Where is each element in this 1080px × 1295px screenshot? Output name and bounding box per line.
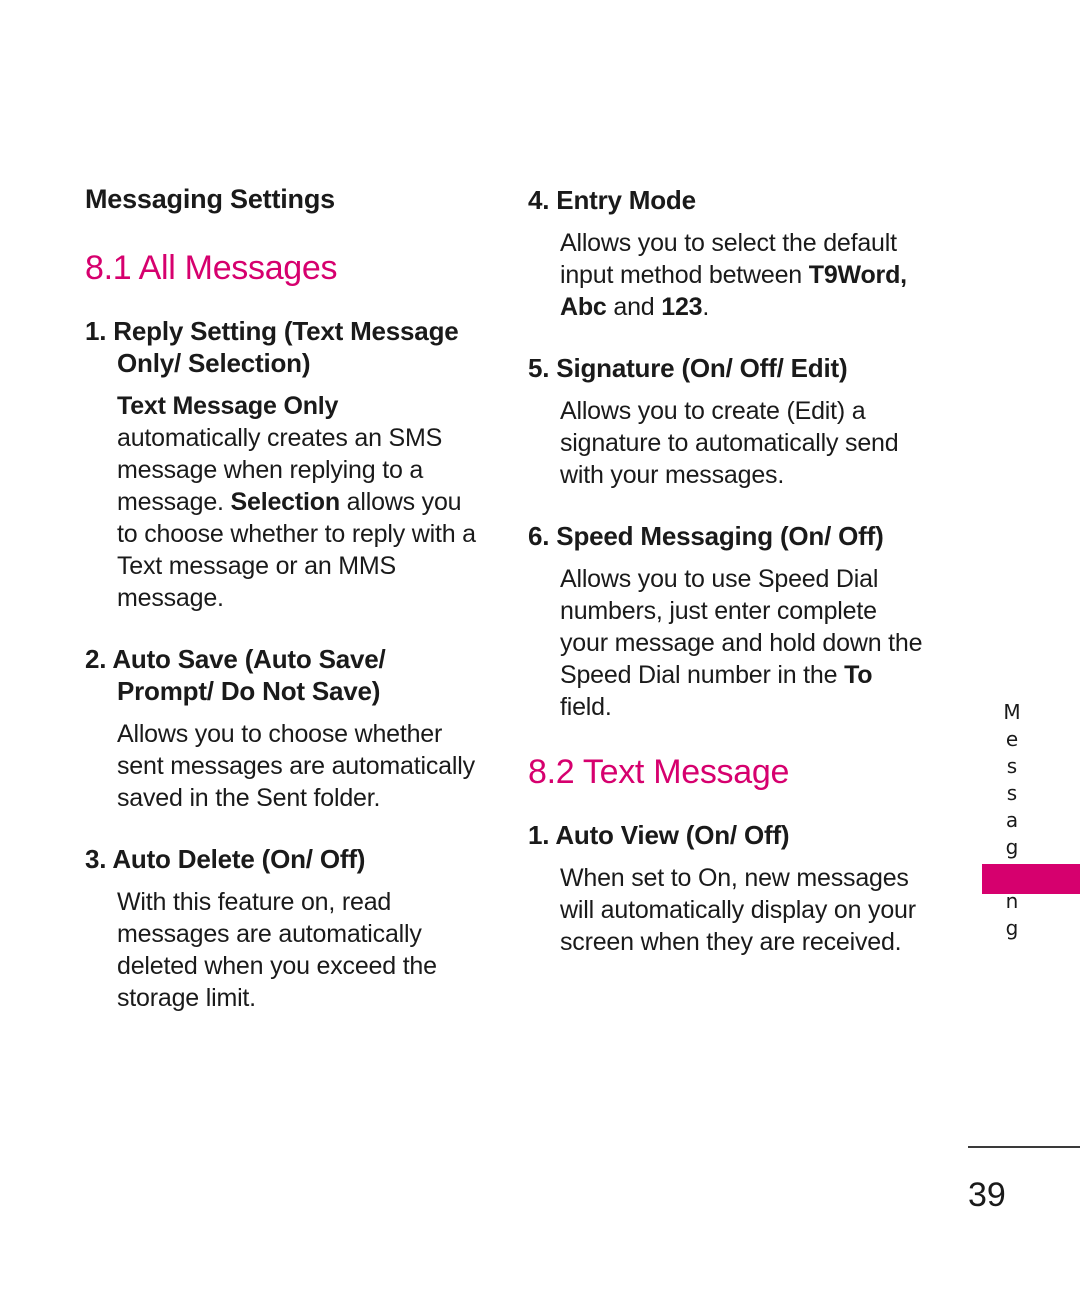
manual-page: Messaging Settings 8.1 All Messages 1. R…: [0, 0, 1080, 1295]
side-tab-label: Messaging: [1000, 700, 1024, 943]
section-heading-8-1: 8.1 All Messages: [85, 248, 338, 287]
item-body: Allows you to select the default input m…: [560, 228, 907, 321]
running-head: Messaging Settings: [85, 184, 335, 214]
item-body: Allows you to use Speed Dial numbers, ju…: [560, 564, 923, 721]
list-item: 1. Auto View (On/ Off) When set to On, n…: [528, 820, 928, 958]
left-column: Messaging Settings 8.1 All Messages 1. R…: [85, 184, 485, 1038]
list-item: 2. Auto Save (Auto Save/ Prompt/ Do Not …: [85, 644, 485, 814]
right-column: 4. Entry Mode Allows you to select the d…: [528, 185, 928, 982]
side-tab-marker: [982, 864, 1080, 894]
item-body: Allows you to choose whether sent messag…: [117, 719, 475, 812]
item-title: 2. Auto Save (Auto Save/ Prompt/ Do Not …: [85, 643, 386, 706]
item-title: 5. Signature (On/ Off/ Edit): [528, 352, 848, 383]
item-title: 1. Auto View (On/ Off): [528, 820, 790, 850]
list-item: 4. Entry Mode Allows you to select the d…: [528, 185, 928, 323]
item-body: When set to On, new messages will automa…: [560, 863, 916, 956]
item-body: Text Message Only automatically creates …: [117, 391, 476, 612]
item-title: 4. Entry Mode: [528, 185, 696, 215]
list-item: 1. Reply Setting (Text Message Only/ Sel…: [85, 316, 485, 614]
item-title: 1. Reply Setting (Text Message Only/ Sel…: [85, 315, 459, 378]
list-item: 3. Auto Delete (On/ Off) With this featu…: [85, 844, 485, 1014]
item-body: With this feature on, read messages are …: [117, 887, 437, 1012]
footer-rule: [968, 1146, 1080, 1148]
item-body: Allows you to create (Edit) a signature …: [560, 396, 899, 489]
list-item: 6. Speed Messaging (On/ Off) Allows you …: [528, 521, 928, 723]
item-title: 6. Speed Messaging (On/ Off): [528, 520, 884, 551]
item-title: 3. Auto Delete (On/ Off): [85, 843, 366, 874]
list-item: 5. Signature (On/ Off/ Edit) Allows you …: [528, 353, 928, 491]
page-number: 39: [968, 1176, 1006, 1214]
section-heading-8-2: 8.2 Text Message: [528, 752, 790, 791]
